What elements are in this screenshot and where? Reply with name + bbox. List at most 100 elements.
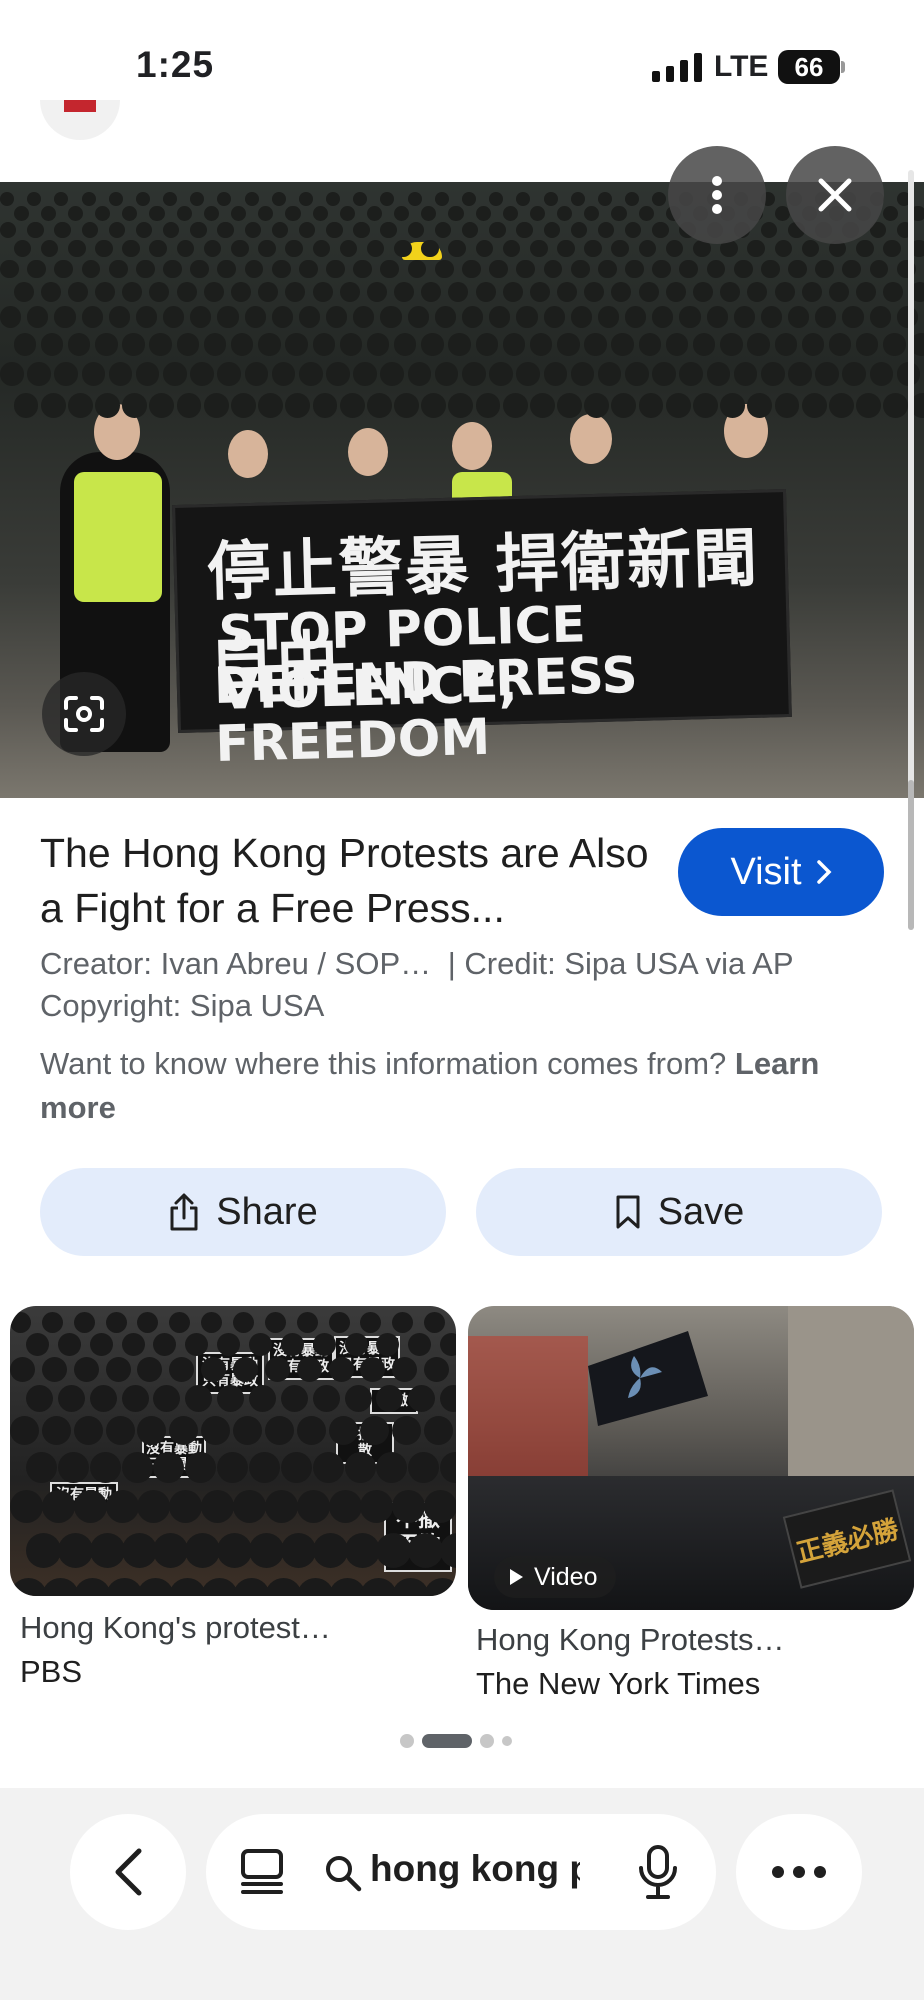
crowd-head xyxy=(328,1490,362,1524)
crowd-head xyxy=(10,1357,35,1382)
crowd-head xyxy=(489,361,513,386)
crowd-head xyxy=(570,259,590,279)
crowd-head xyxy=(81,221,98,238)
crowd-head xyxy=(81,192,96,206)
related-title-1[interactable]: Hong Kong's protest… xyxy=(20,1610,331,1646)
crowd-head xyxy=(41,1416,71,1446)
crowd-head xyxy=(296,1357,322,1382)
crowd-head xyxy=(693,282,713,302)
related-image-1[interactable]: 沒有暴動 只有暴政 沒有暴動 只有暴政 沒有暴動 只有暴政 沒有暴動 不撤不散 … xyxy=(10,1306,456,1596)
crowd-head xyxy=(105,1312,127,1333)
crowd-head xyxy=(169,1357,195,1382)
crowd-head xyxy=(360,1312,382,1333)
crowd-head xyxy=(95,205,111,221)
visit-button[interactable]: Visit xyxy=(678,828,884,916)
crowd-head xyxy=(185,1532,221,1568)
crowd-head xyxy=(185,1451,217,1483)
crowd-head xyxy=(448,282,469,302)
crowd-head xyxy=(25,1451,57,1483)
crowd-head xyxy=(570,306,592,328)
crowd-head xyxy=(233,1357,258,1382)
crowd-head xyxy=(57,1532,93,1568)
tabs-icon[interactable] xyxy=(240,1848,286,1896)
crowd-head xyxy=(57,1332,81,1356)
crowd-head xyxy=(788,361,812,386)
crowd-head xyxy=(869,306,891,328)
crowd-head xyxy=(557,239,575,258)
crowd-head xyxy=(502,205,518,221)
crowd-head xyxy=(40,239,59,258)
search-bar[interactable]: hong kong pr xyxy=(206,1814,716,1930)
crowd-head xyxy=(312,392,338,418)
carousel-dot[interactable] xyxy=(400,1734,414,1748)
marcher-face xyxy=(452,422,492,470)
save-button[interactable]: Save xyxy=(476,1168,882,1256)
crowd-head xyxy=(434,259,454,279)
crowd-head xyxy=(747,239,765,258)
crowd-head xyxy=(280,1332,304,1356)
carousel-dot-active[interactable] xyxy=(422,1734,472,1748)
crowd-head xyxy=(67,282,88,302)
crowd-head xyxy=(801,239,820,258)
crowd-head xyxy=(203,392,229,418)
crowd-head xyxy=(231,333,254,356)
crowd-head xyxy=(203,205,219,221)
related-title-2[interactable]: Hong Kong Protests… xyxy=(476,1622,784,1658)
crowd-head xyxy=(557,333,580,356)
crowd-head xyxy=(233,1416,262,1446)
hero-image[interactable]: 停止警暴 捍衛新聞自由 STOP POLICE VIOLENCE, DEFEND… xyxy=(0,182,924,798)
overflow-menu-button[interactable] xyxy=(736,1814,862,1930)
creator-credit-line: Creator: Ivan Abreu / SOP… | Credit: Sip… xyxy=(40,946,794,982)
scrollbar-thumb[interactable] xyxy=(908,780,914,930)
building xyxy=(788,1306,914,1496)
crowd-head xyxy=(149,392,175,418)
crowd-head xyxy=(0,221,17,238)
crowd-head xyxy=(529,333,553,356)
crowd-head xyxy=(231,205,247,221)
crowd-head xyxy=(774,333,797,356)
lens-search-button[interactable] xyxy=(42,672,126,756)
crowd-head xyxy=(95,392,120,418)
more-options-button[interactable] xyxy=(668,146,766,244)
crowd-head xyxy=(774,392,800,418)
crowd-head xyxy=(475,282,496,302)
marcher-face xyxy=(228,430,268,478)
crowd-head xyxy=(122,392,148,418)
crowd-head xyxy=(421,239,439,258)
crowd-head xyxy=(543,259,563,279)
search-query[interactable]: hong kong pr xyxy=(370,1848,580,1890)
back-button[interactable] xyxy=(70,1814,186,1930)
crowd-head xyxy=(248,1332,272,1356)
crowd-head xyxy=(394,282,415,302)
carousel-dot[interactable] xyxy=(502,1736,512,1746)
crowd-head xyxy=(54,221,71,238)
crowd-head xyxy=(201,1357,227,1382)
crowd-head xyxy=(339,205,355,221)
crowd-head xyxy=(543,361,568,386)
crowd-head xyxy=(217,1384,245,1412)
crowd-head xyxy=(312,239,331,258)
result-title[interactable]: The Hong Kong Protests are Also a Fight … xyxy=(40,826,660,936)
crowd-head xyxy=(105,1416,135,1446)
crowd-head xyxy=(679,259,699,279)
crowd-head xyxy=(248,1451,280,1483)
crowd-head xyxy=(720,392,745,418)
crowd-head xyxy=(638,282,659,302)
crowd-head xyxy=(529,239,548,258)
close-button[interactable] xyxy=(786,146,884,244)
chevron-right-icon xyxy=(816,860,832,884)
crowd-head xyxy=(137,1357,163,1382)
microphone-icon[interactable] xyxy=(636,1844,680,1900)
carousel-dot[interactable] xyxy=(480,1734,494,1748)
crowd-head xyxy=(408,1332,432,1356)
crowd-head xyxy=(883,333,906,356)
crowd-head xyxy=(201,1490,235,1524)
crowd-head xyxy=(122,333,145,356)
crowd-head xyxy=(326,221,343,238)
crowd-head xyxy=(13,392,39,418)
crowd-head xyxy=(883,282,904,302)
crowd-head xyxy=(424,1578,456,1596)
share-button[interactable]: Share xyxy=(40,1168,446,1256)
crowd-head xyxy=(231,239,249,258)
crowd-head xyxy=(176,392,202,418)
